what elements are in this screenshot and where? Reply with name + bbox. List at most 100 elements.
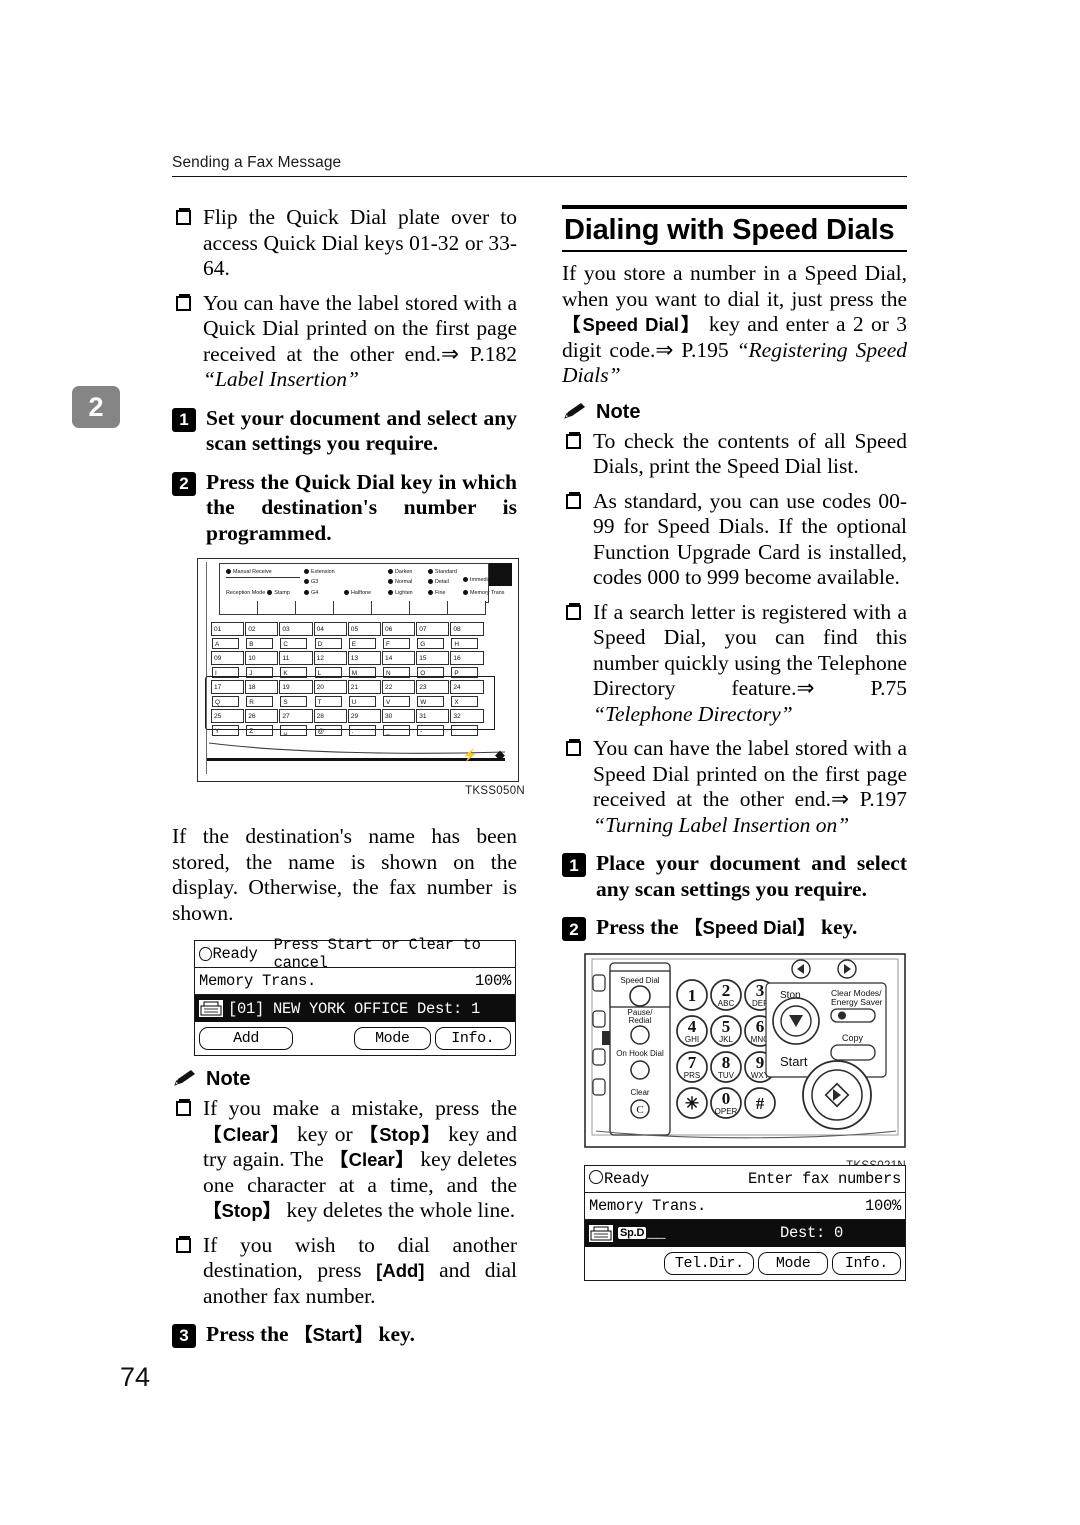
quick-dial-key[interactable]: 31 — [416, 709, 450, 723]
lcd-button-mode[interactable]: Mode — [758, 1251, 828, 1275]
quick-dial-key[interactable]: 08 — [450, 622, 484, 636]
quick-dial-letter-key[interactable]: _ — [383, 725, 410, 736]
function-key[interactable] — [447, 601, 486, 615]
quick-dial-letter-key[interactable]: A — [212, 638, 239, 649]
lcd-button-teldir[interactable]: Tel.Dir. — [664, 1251, 755, 1275]
quick-dial-letter-row: QRSTUVWX — [211, 696, 489, 709]
quick-dial-key[interactable]: 17 — [211, 680, 245, 694]
quick-dial-letter-key[interactable]: N — [383, 667, 410, 678]
lcd-button-info[interactable]: Info. — [434, 1027, 512, 1050]
quick-dial-key[interactable]: 01 — [211, 622, 245, 636]
quick-dial-letter-key[interactable]: V — [383, 696, 410, 707]
quick-dial-key[interactable]: 06 — [382, 622, 416, 636]
quick-dial-letter-key[interactable]: P — [451, 667, 479, 678]
function-key[interactable] — [409, 601, 448, 615]
lcd-button-add[interactable]: Add — [199, 1027, 294, 1050]
quick-dial-letter-key[interactable]: H — [451, 638, 479, 649]
quick-dial-key[interactable]: 28 — [313, 709, 347, 723]
function-key[interactable] — [257, 601, 296, 615]
quick-dial-key[interactable]: 05 — [347, 622, 381, 636]
quick-dial-key[interactable]: 11 — [279, 651, 313, 665]
fax-machine-icon — [199, 1000, 223, 1017]
quick-dial-key[interactable]: 21 — [347, 680, 381, 694]
quick-dial-key[interactable]: 14 — [382, 651, 416, 665]
quick-dial-letter-key[interactable]: X — [451, 696, 479, 707]
quick-dial-letter-key[interactable]: I — [212, 667, 239, 678]
note-bullet-search-letter: If a search letter is registered with a … — [562, 600, 907, 728]
quick-dial-key[interactable]: 24 — [450, 680, 484, 694]
numeric-key-digit: 7 — [688, 1053, 697, 1072]
quick-dial-letter-key[interactable]: U — [348, 696, 376, 707]
quick-dial-letter-row: IJKLMNOP — [211, 667, 489, 680]
quick-dial-letter-key[interactable]: Q — [212, 696, 239, 707]
function-key[interactable] — [219, 601, 258, 615]
step-text: Set your document and select any scan se… — [206, 405, 517, 456]
numeric-key-letters: ABC — [718, 999, 735, 1008]
function-key[interactable] — [333, 601, 372, 615]
quick-dial-key[interactable]: 19 — [279, 680, 313, 694]
quick-dial-key[interactable]: 18 — [245, 680, 279, 694]
chapter-tab: 2 — [72, 386, 120, 428]
quick-dial-letter-key[interactable]: D — [314, 638, 342, 649]
quick-dial-key[interactable]: 07 — [416, 622, 450, 636]
quick-dial-key[interactable]: 13 — [347, 651, 381, 665]
numeric-key-digit: 4 — [688, 1017, 697, 1036]
quick-dial-letter-key[interactable]: J — [246, 667, 274, 678]
note-bullet-another-destination: If you wish to dial another destination,… — [172, 1233, 517, 1310]
bullet-square-icon — [176, 1235, 191, 1253]
quick-dial-letter-key[interactable]: C — [280, 638, 308, 649]
quick-dial-key[interactable]: 25 — [211, 709, 245, 723]
quick-dial-letter-key[interactable]: R — [246, 696, 274, 707]
lcd-button-info[interactable]: Info. — [831, 1251, 901, 1275]
quick-dial-key[interactable]: 12 — [313, 651, 347, 665]
quick-dial-letter-key[interactable]: Z — [246, 725, 274, 736]
quick-dial-letter-key[interactable]: W — [417, 696, 445, 707]
quick-dial-key[interactable]: 10 — [245, 651, 279, 665]
function-key[interactable] — [371, 601, 410, 615]
quick-dial-letter-key[interactable]: - — [417, 725, 445, 736]
quick-dial-letter-key[interactable]: Y — [212, 725, 239, 736]
quick-dial-letter-key[interactable]: T — [314, 696, 342, 707]
quick-dial-key[interactable]: 32 — [450, 709, 484, 723]
ready-circle-icon — [589, 1169, 603, 1184]
function-key[interactable] — [295, 601, 334, 615]
indicator-dot — [344, 590, 349, 596]
diamond-icon: ◆ — [495, 747, 505, 762]
quick-dial-letter-key[interactable]: S — [280, 696, 308, 707]
bullet-flip-plate: Flip the Quick Dial plate over to access… — [172, 205, 517, 282]
quick-dial-key[interactable]: 09 — [211, 651, 245, 665]
quick-dial-letter-key[interactable]: L — [314, 667, 342, 678]
quick-dial-key[interactable]: 03 — [279, 622, 313, 636]
quick-dial-letter-key[interactable]: . — [348, 725, 376, 736]
step-2-right: 2 Press the 【Speed Dial】 key. — [562, 915, 907, 942]
quick-dial-letter-key[interactable]: M — [348, 667, 376, 678]
speed-dial-label: Speed Dial — [620, 976, 659, 985]
quick-dial-key[interactable]: 22 — [382, 680, 416, 694]
quick-dial-letter-key[interactable]: K — [280, 667, 308, 678]
quick-dial-letter-key[interactable]: @ — [314, 725, 342, 736]
numeric-key-letters: GHI — [685, 1035, 699, 1044]
quick-dial-letter-key[interactable]: O — [417, 667, 445, 678]
quick-dial-letter-key[interactable]: F — [383, 638, 410, 649]
quick-dial-key[interactable]: 27 — [279, 709, 313, 723]
running-head-rule — [172, 176, 907, 177]
quick-dial-key[interactable]: 02 — [245, 622, 279, 636]
quick-dial-letter-key[interactable]: ␣ — [280, 725, 308, 736]
quick-dial-key[interactable]: 15 — [416, 651, 450, 665]
quick-dial-key[interactable]: 29 — [347, 709, 381, 723]
lcd-button-mode[interactable]: Mode — [354, 1027, 431, 1050]
quick-dial-letter-key[interactable] — [451, 725, 479, 736]
lcd-line-2: Memory Trans. 100% — [195, 968, 515, 995]
numeric-key-letters: TUV — [718, 1071, 735, 1080]
quick-dial-key[interactable]: 23 — [416, 680, 450, 694]
quick-dial-key[interactable]: 16 — [450, 651, 484, 665]
quick-dial-key[interactable]: 20 — [313, 680, 347, 694]
quick-dial-letter-key[interactable]: E — [348, 638, 376, 649]
quick-dial-letter-key[interactable]: G — [417, 638, 445, 649]
ref-turning-label-insertion: “Turning Label Insertion on” — [593, 812, 850, 837]
quick-dial-key[interactable]: 26 — [245, 709, 279, 723]
indicator-dot — [463, 577, 468, 582]
quick-dial-key[interactable]: 30 — [382, 709, 416, 723]
quick-dial-letter-key[interactable]: B — [246, 638, 274, 649]
quick-dial-key[interactable]: 04 — [313, 622, 347, 636]
